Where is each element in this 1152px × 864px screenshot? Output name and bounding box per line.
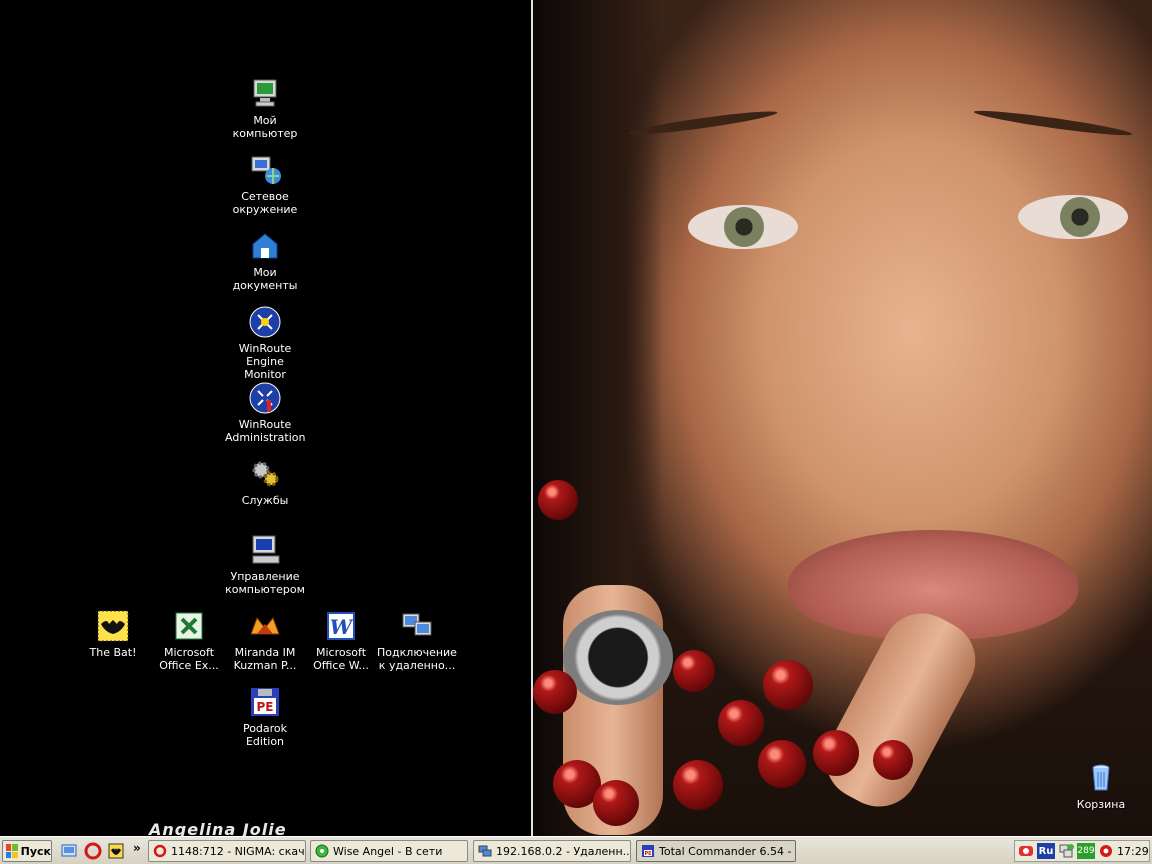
the-bat-small-icon[interactable] bbox=[107, 842, 125, 860]
recycle-bin-icon bbox=[1085, 762, 1117, 794]
traffic-counter[interactable]: 289 bbox=[1077, 843, 1095, 859]
services-icon bbox=[249, 458, 281, 490]
desktop-icon-the-bat[interactable]: The Bat! bbox=[73, 610, 153, 659]
winroute-admin-icon bbox=[249, 382, 281, 414]
desktop-icon-network[interactable]: Сетевое окружение bbox=[225, 154, 305, 216]
desktop-icon-remote-desktop[interactable]: Подключение к удаленно... bbox=[377, 610, 457, 672]
desktop[interactable]: Angelina Jolie Мой компьютер Сетевое окр… bbox=[0, 0, 1152, 836]
task-miranda[interactable]: Wise Angel - В сети bbox=[310, 840, 468, 862]
my-documents-icon bbox=[249, 230, 281, 262]
system-tray: Ru 289 17:29 bbox=[1014, 840, 1150, 862]
miranda-icon bbox=[315, 844, 329, 858]
the-bat-icon bbox=[97, 610, 129, 642]
windows-logo-icon bbox=[6, 844, 18, 858]
excel-icon bbox=[173, 610, 205, 642]
task-opera-nigma[interactable]: 1148:712 - NIGMA: скач... bbox=[148, 840, 306, 862]
remote-desktop-icon bbox=[478, 844, 492, 858]
taskbar: Пуск » 1148:712 - NIGMA: скач... Wise An… bbox=[0, 836, 1152, 864]
svg-text:PE: PE bbox=[257, 700, 274, 714]
word-icon: W bbox=[325, 610, 357, 642]
show-desktop-icon[interactable] bbox=[60, 842, 78, 860]
miranda-icon bbox=[249, 610, 281, 642]
desktop-icon-computer-management[interactable]: Управление компьютером bbox=[225, 534, 305, 596]
clock[interactable]: 17:29 bbox=[1117, 845, 1152, 858]
computer-management-icon bbox=[249, 534, 281, 566]
start-button[interactable]: Пуск bbox=[2, 840, 52, 862]
network-icon bbox=[249, 154, 281, 186]
my-computer-icon bbox=[249, 78, 281, 110]
language-indicator[interactable]: Ru bbox=[1037, 843, 1055, 859]
opera-icon bbox=[153, 844, 167, 858]
opera-icon[interactable] bbox=[84, 842, 102, 860]
desktop-icon-services[interactable]: Службы bbox=[225, 458, 305, 507]
svg-text:W: W bbox=[330, 615, 355, 639]
svg-text:PE: PE bbox=[644, 851, 652, 857]
desktop-icon-podarok-edition[interactable]: PE Podarok Edition bbox=[225, 686, 305, 748]
quick-launch-more-button[interactable]: » bbox=[133, 841, 141, 855]
desktop-icon-miranda[interactable]: Miranda IM Kuzman P... bbox=[225, 610, 305, 672]
wallpaper-caption: Angelina Jolie bbox=[149, 820, 287, 836]
task-remote-desktop[interactable]: 192.168.0.2 - Удаленн... bbox=[473, 840, 631, 862]
desktop-icon-my-computer[interactable]: Мой компьютер bbox=[225, 78, 305, 140]
desktop-icon-excel[interactable]: Microsoft Office Ex... bbox=[149, 610, 229, 672]
opera-tray-icon[interactable] bbox=[1098, 843, 1114, 859]
wallpaper-image bbox=[533, 0, 1152, 836]
remote-desktop-icon bbox=[401, 610, 433, 642]
winroute-monitor-icon bbox=[249, 306, 281, 338]
pe-icon: PE bbox=[249, 686, 281, 718]
desktop-icon-my-documents[interactable]: Мои документы bbox=[225, 230, 305, 292]
desktop-icon-word[interactable]: W Microsoft Office W... bbox=[301, 610, 381, 672]
desktop-icon-winroute-monitor[interactable]: WinRoute Engine Monitor bbox=[225, 306, 305, 381]
total-commander-icon: PE bbox=[641, 844, 655, 858]
task-total-commander[interactable]: PE Total Commander 6.54 - ... bbox=[636, 840, 796, 862]
desktop-icon-winroute-admin[interactable]: WinRoute Administration bbox=[225, 382, 306, 444]
mail-notify-icon[interactable] bbox=[1018, 843, 1034, 859]
desktop-icon-recycle-bin[interactable]: Корзина bbox=[1061, 762, 1141, 811]
network-status-icon[interactable] bbox=[1058, 843, 1074, 859]
